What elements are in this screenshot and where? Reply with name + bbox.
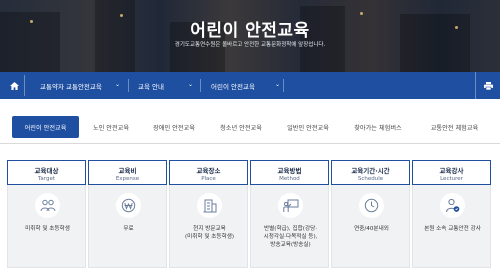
nav-dropdown-label: 어린이 안전교육 [211, 83, 255, 91]
nav-dropdown-category[interactable]: 교통약자 교통안전교육 ⌄ [40, 81, 125, 91]
chevron-down-icon: ⌄ [115, 81, 121, 88]
info-card-body: 반별(학급), 집합(강당· 시청각실·다목적실 등), 방송교육(방송실) [250, 185, 329, 268]
education-info-grid: 교육대상 Target 미취학 및 초등학생 교육비 Expense 무료 교육… [7, 160, 493, 268]
printer-icon [483, 81, 493, 90]
info-card-body: 본원 소속 교통안전 강사 [412, 185, 491, 268]
info-card-schedule: 교육기간·시간 Schedule 연중/40분내외 [331, 160, 410, 268]
tab-visiting-bus[interactable]: 찾아가는 체험버스 [343, 116, 413, 138]
won-coin-icon [116, 193, 141, 218]
tab-youth-safety[interactable]: 청소년 안전교육 [209, 116, 273, 138]
nav-dropdown-section[interactable]: 교육 안내 ⌄ [138, 81, 218, 91]
info-card-header: 교육방법 Method [250, 160, 329, 185]
nav-dropdown-page[interactable]: 어린이 안전교육 ⌄ [211, 81, 301, 91]
info-card-method: 교육방법 Method 반별(학급), 집합(강당· 시청각실·다목적실 등),… [250, 160, 329, 268]
info-card-target: 교육대상 Target 미취학 및 초등학생 [7, 160, 86, 268]
home-icon [9, 81, 19, 90]
building-icon [197, 193, 222, 218]
presentation-icon [278, 193, 303, 218]
tab-bar: 어린이 안전교육 노인 안전교육 장애인 안전교육 청소년 안전교육 일반인 안… [0, 116, 500, 138]
chevron-down-icon: ⌄ [188, 81, 194, 88]
breadcrumb-navbar: 교통약자 교통안전교육 ⌄ 교육 안내 ⌄ 어린이 안전교육 ⌄ [0, 72, 500, 99]
chevron-down-icon: ⌄ [275, 81, 281, 88]
print-button[interactable] [475, 72, 500, 99]
page-title: 어린이 안전교육 [190, 21, 310, 41]
info-card-header: 교육비 Expense [88, 160, 167, 185]
info-card-body: 연중/40분내외 [331, 185, 410, 268]
people-icon [35, 193, 60, 218]
tab-child-safety[interactable]: 어린이 안전교육 [12, 116, 79, 138]
info-card-header: 교육기간·시간 Schedule [331, 160, 410, 185]
info-card-header: 교육대상 Target [7, 160, 86, 185]
info-card-header: 교육강사 Lecturer [412, 160, 491, 185]
hero-banner: 어린이 안전교육 경기도교통연수원은 올바르고 안전한 교통문화정착에 앞장섭니… [0, 0, 500, 72]
info-card-body: 무료 [88, 185, 167, 268]
tab-disabled-safety[interactable]: 장애인 안전교육 [143, 116, 205, 138]
nav-dropdown-label: 교통약자 교통안전교육 [40, 83, 102, 91]
tab-experience-education[interactable]: 교통안전 체험교육 [417, 116, 492, 138]
page-subtitle: 경기도교통연수원은 올바르고 안전한 교통문화정착에 앞장섭니다. [174, 42, 326, 48]
info-card-lecturer: 교육강사 Lecturer 본원 소속 교통안전 강사 [412, 160, 491, 268]
info-card-body: 현지 방문교육 (미취학 및 초등학생) [169, 185, 248, 268]
clock-icon [359, 193, 384, 218]
info-card-body: 미취학 및 초등학생 [7, 185, 86, 268]
tab-general-safety[interactable]: 일반인 안전교육 [277, 116, 339, 138]
tab-elderly-safety[interactable]: 노인 안전교육 [82, 116, 140, 138]
nav-dropdown-label: 교육 안내 [138, 83, 164, 91]
divider [0, 143, 500, 144]
info-card-header: 교육장소 Place [169, 160, 248, 185]
info-card-place: 교육장소 Place 현지 방문교육 (미취학 및 초등학생) [169, 160, 248, 268]
info-card-expense: 교육비 Expense 무료 [88, 160, 167, 268]
home-button[interactable] [4, 75, 25, 96]
lecturer-icon [440, 193, 465, 218]
